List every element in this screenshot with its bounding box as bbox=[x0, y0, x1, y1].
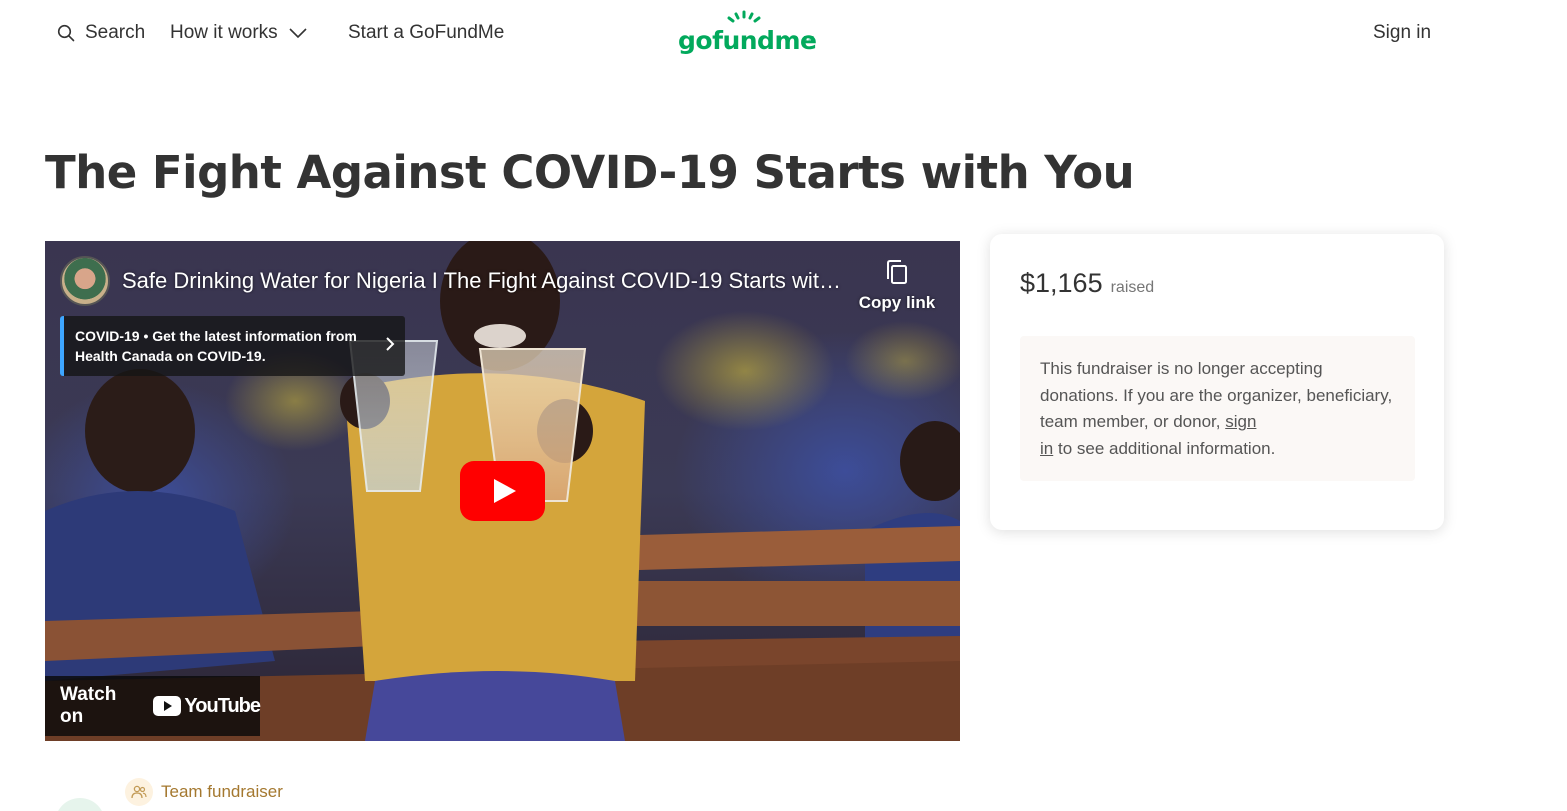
team-icon bbox=[125, 778, 153, 806]
donation-card: $1,165 raised This fundraiser is no long… bbox=[990, 234, 1444, 530]
search-icon bbox=[57, 24, 75, 42]
video-title[interactable]: Safe Drinking Water for Nigeria I The Fi… bbox=[122, 268, 852, 294]
covid-info-banner[interactable]: COVID-19 • Get the latest information fr… bbox=[60, 316, 405, 376]
how-it-works-label: How it works bbox=[170, 22, 278, 43]
notice-text-1: This fundraiser is no longer accepting d… bbox=[1040, 359, 1393, 431]
youtube-wordmark: YouTube bbox=[184, 694, 261, 717]
team-fundraiser-badge: Team fundraiser bbox=[125, 778, 283, 806]
watch-on-label: Watch on bbox=[60, 684, 117, 727]
gofundme-logo[interactable]: gofundme TM bbox=[678, 10, 818, 60]
copy-link-button[interactable]: Copy link bbox=[857, 259, 937, 313]
raised-amount: $1,165 raised bbox=[1020, 268, 1154, 299]
channel-avatar[interactable] bbox=[60, 256, 110, 306]
youtube-icon bbox=[153, 696, 182, 716]
covid-banner-line-2: Health Canada on COVID-19. bbox=[75, 348, 266, 364]
logo-wordmark: gofundme bbox=[678, 26, 817, 55]
amount-raised-label: raised bbox=[1110, 279, 1155, 296]
logo-trademark: TM bbox=[804, 36, 815, 43]
amount-raised-value: $1,165 bbox=[1020, 268, 1103, 298]
logo-sun-icon bbox=[727, 10, 761, 23]
team-fundraiser-label: Team fundraiser bbox=[161, 782, 283, 801]
chevron-down-icon bbox=[289, 28, 307, 39]
covid-banner-line-1: COVID-19 • Get the latest information fr… bbox=[75, 328, 357, 344]
video-player[interactable]: Safe Drinking Water for Nigeria I The Fi… bbox=[45, 241, 960, 741]
sign-in-link[interactable]: Sign in bbox=[1373, 22, 1431, 44]
closed-fundraiser-notice: This fundraiser is no longer accepting d… bbox=[1020, 336, 1415, 481]
watch-on-youtube-button[interactable]: Watch on YouTube bbox=[45, 676, 261, 736]
site-header: Search How it works Start a GoFundMe gof… bbox=[0, 0, 1567, 70]
notice-text-2: to see additional information. bbox=[1057, 438, 1276, 458]
start-gofundme-link[interactable]: Start a GoFundMe bbox=[348, 22, 504, 44]
chevron-right-icon bbox=[386, 337, 395, 351]
page-title: The Fight Against COVID-19 Starts with Y… bbox=[45, 146, 1135, 199]
play-icon[interactable] bbox=[460, 461, 545, 521]
youtube-logo: YouTube bbox=[153, 694, 261, 718]
sign-in-link-part-1[interactable]: sign bbox=[1225, 412, 1256, 431]
copy-link-label: Copy link bbox=[858, 293, 936, 312]
copy-icon bbox=[887, 260, 907, 284]
search-label: Search bbox=[85, 22, 146, 43]
sign-in-link-part-2[interactable]: in bbox=[1040, 439, 1053, 458]
how-it-works-menu[interactable]: How it works bbox=[170, 22, 308, 44]
search-link[interactable]: Search bbox=[57, 22, 145, 44]
organizer-avatar bbox=[55, 798, 105, 811]
